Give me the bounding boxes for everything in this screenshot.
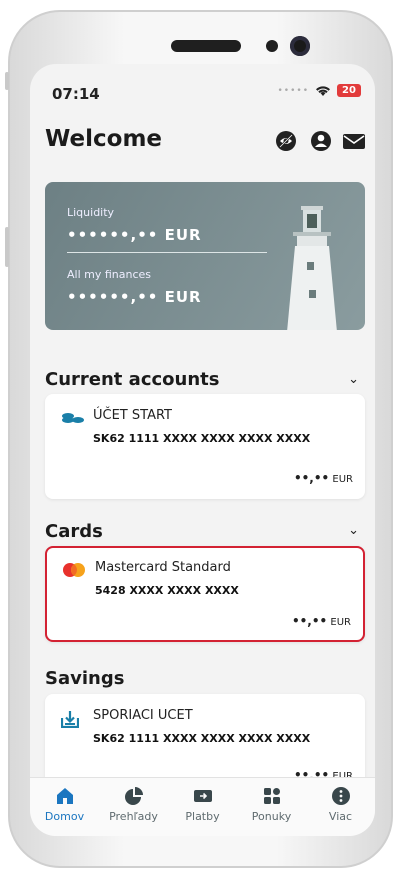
nav-label: Ponuky [251, 810, 292, 823]
finances-value: ••••••,•• EUR [67, 288, 202, 306]
nav-item-viac[interactable]: Viac [306, 778, 375, 836]
home-icon [56, 788, 73, 804]
mastercard-logo-icon [63, 563, 85, 577]
screen: 07:14 ••••• 20 Welcome Liquidity ••••••,… [30, 64, 375, 836]
liquidity-value: ••••••,•• EUR [67, 226, 202, 244]
payment-icon [193, 790, 212, 802]
account-balance: ••,•• EUR [294, 471, 353, 485]
status-time: 07:14 [52, 85, 100, 103]
sensor-dot [266, 40, 278, 52]
balance-dots: ••,•• [291, 614, 328, 628]
wifi-icon [316, 85, 330, 96]
chevron-down-icon[interactable]: ⌄ [348, 372, 359, 387]
coins-icon [62, 413, 84, 423]
nav-label: Viac [328, 810, 353, 823]
nav-label: Platby [185, 810, 220, 823]
bottom-navigation: Domov Prehľady Platby Ponuky Viac [30, 777, 375, 836]
hide-balance-icon[interactable] [275, 130, 297, 152]
phone-frame: 07:14 ••••• 20 Welcome Liquidity ••••••,… [5, 10, 393, 868]
card-item[interactable]: Mastercard Standard 5428 XXXX XXXX XXXX … [45, 546, 365, 642]
finances-label: All my finances [67, 268, 152, 281]
nav-item-platby[interactable]: Platby [168, 778, 237, 836]
mail-icon[interactable] [342, 130, 366, 152]
balance-currency: EUR [330, 617, 351, 628]
chevron-down-icon[interactable]: ⌄ [348, 523, 359, 538]
savings-iban: SK62 1111 XXXX XXXX XXXX XXXX [93, 732, 311, 745]
divider [67, 252, 267, 253]
nav-item-domov[interactable]: Domov [30, 778, 99, 836]
volume-button [5, 227, 9, 267]
card-name: Mastercard Standard [95, 560, 231, 575]
nav-label: Domov [44, 810, 85, 823]
pie-chart-icon [124, 787, 143, 805]
status-icons: ••••• 20 [277, 84, 361, 97]
nav-item-prehlady[interactable]: Prehľady [99, 778, 168, 836]
speaker-grille [171, 40, 241, 52]
liquidity-label: Liquidity [67, 206, 115, 219]
card-number: 5428 XXXX XXXX XXXX [95, 584, 239, 597]
section-title-current-accounts: Current accounts [45, 369, 220, 390]
savings-name: SPORIACI UCET [93, 708, 193, 723]
battery-icon: 20 [337, 84, 361, 97]
finances-overview-card[interactable]: Liquidity ••••••,•• EUR All my finances … [45, 182, 365, 330]
nav-label: Prehľady [109, 810, 158, 823]
page-title: Welcome [45, 126, 163, 152]
balance-currency: EUR [332, 474, 353, 485]
section-title-savings: Savings [45, 668, 125, 689]
signal-icon: ••••• [277, 85, 309, 96]
card-balance: ••,•• EUR [292, 614, 351, 628]
account-card[interactable]: ÚČET START SK62 1111 XXXX XXXX XXXX XXXX… [45, 394, 365, 499]
front-camera [290, 36, 310, 56]
mute-switch [5, 72, 9, 90]
section-title-cards: Cards [45, 521, 103, 542]
more-icon [331, 787, 350, 805]
account-name: ÚČET START [93, 408, 172, 423]
offers-icon [263, 788, 280, 804]
balance-dots: ••,•• [293, 471, 330, 485]
lighthouse-illustration [287, 206, 337, 330]
nav-item-ponuky[interactable]: Ponuky [237, 778, 306, 836]
savings-download-icon [61, 711, 79, 728]
account-iban: SK62 1111 XXXX XXXX XXXX XXXX [93, 432, 311, 445]
profile-icon[interactable] [310, 130, 332, 152]
